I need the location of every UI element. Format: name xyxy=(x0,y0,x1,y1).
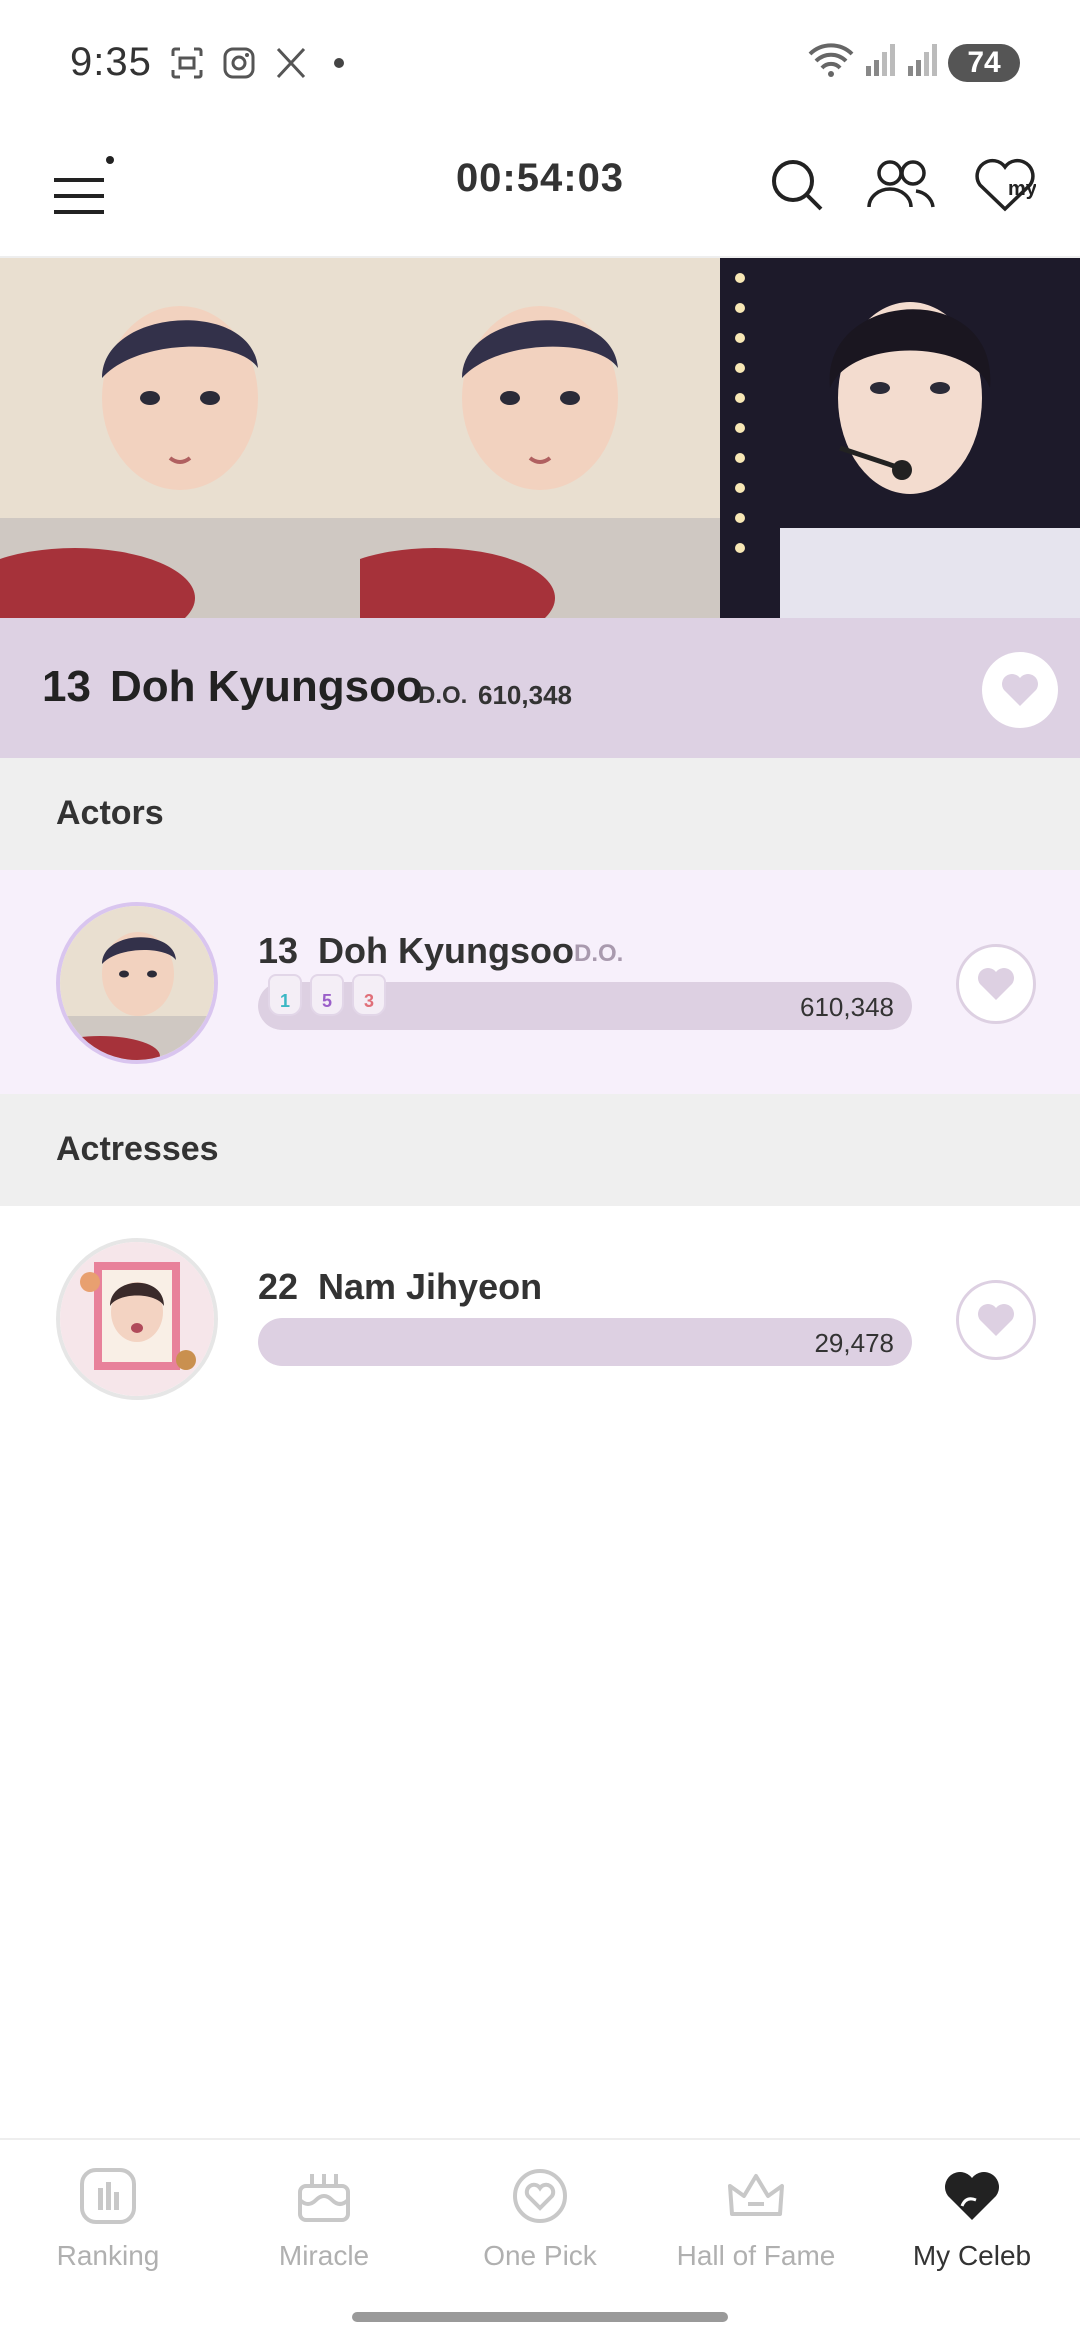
search-icon xyxy=(772,160,823,211)
status-time: 9:35 xyxy=(70,40,152,84)
wifi-icon xyxy=(806,42,856,83)
avatar xyxy=(56,902,218,1064)
signal-icon xyxy=(906,42,940,83)
featured-name: Doh Kyungsoo xyxy=(110,662,423,711)
home-indicator[interactable] xyxy=(352,2312,728,2322)
banner-photo xyxy=(360,258,720,618)
badge: 5 xyxy=(310,974,344,1016)
nav-label: Miracle xyxy=(278,2240,370,2271)
featured-celeb[interactable]: 13 Doh Kyungsoo D.O. 610,348 xyxy=(0,618,1080,758)
bottom-navigation: Ranking Miracle One Pick Hall of Fame My… xyxy=(0,2138,1080,2340)
banner-photo xyxy=(0,258,360,618)
app-bar: 00:54:03 my xyxy=(0,126,1080,258)
featured-votes: 610,348 xyxy=(478,680,572,710)
my-heart-icon xyxy=(940,2164,1004,2228)
nav-label: Hall of Fame xyxy=(676,2240,836,2271)
nav-item-one-pick[interactable]: One Pick xyxy=(432,2164,648,2272)
section-title: Actors xyxy=(56,794,164,832)
people-icon xyxy=(867,160,935,208)
rank-number: 13 xyxy=(258,930,299,971)
section-header-actors: Actors xyxy=(0,758,1080,870)
featured-vote-button[interactable] xyxy=(982,652,1058,728)
nav-item-miracle[interactable]: Miracle xyxy=(216,2164,432,2272)
instagram-icon xyxy=(220,44,258,82)
vote-count: 610,348 xyxy=(800,992,894,1022)
vote-progress-bar: 29,478 xyxy=(258,1318,912,1366)
banner-carousel[interactable] xyxy=(0,258,1080,618)
search-button[interactable] xyxy=(762,150,832,220)
section-title: Actresses xyxy=(56,1130,219,1168)
celeb-group: D.O. xyxy=(574,940,624,967)
nav-label: My Celeb xyxy=(912,2240,1032,2271)
celeb-name: Doh Kyungsoo xyxy=(318,930,574,971)
list-item[interactable]: 22 Nam Jihyeon 29,478 xyxy=(0,1206,1080,1430)
svg-text:my: my xyxy=(1008,178,1036,200)
notification-icons xyxy=(168,44,344,82)
badge: 3 xyxy=(352,974,386,1016)
nav-item-ranking[interactable]: Ranking xyxy=(0,2164,216,2272)
status-bar: 9:35 74 xyxy=(0,0,1080,126)
vote-button[interactable] xyxy=(956,944,1036,1024)
list-item[interactable]: 13 Doh Kyungsoo D.O. 610,348 1 5 3 xyxy=(0,870,1080,1094)
system-indicators: 74 xyxy=(806,42,1020,83)
nav-item-hall-of-fame[interactable]: Hall of Fame xyxy=(648,2164,864,2272)
rank-number: 22 xyxy=(258,1266,299,1307)
nav-item-my-celeb[interactable]: My Celeb xyxy=(864,2164,1080,2272)
vote-count: 29,478 xyxy=(814,1328,894,1358)
signal-icon xyxy=(864,42,898,83)
badge: 1 xyxy=(268,974,302,1016)
celeb-name: Nam Jihyeon xyxy=(318,1266,543,1307)
friends-button[interactable] xyxy=(866,150,936,220)
badge-list: 1 5 3 xyxy=(268,974,386,1016)
nav-label: Ranking xyxy=(56,2240,160,2271)
section-header-actresses: Actresses xyxy=(0,1094,1080,1206)
featured-group: D.O. xyxy=(418,682,468,709)
heart-icon xyxy=(1002,674,1038,706)
heart-icon xyxy=(978,968,1014,1000)
screenshot-icon xyxy=(168,44,206,82)
heart-circle-icon xyxy=(508,2164,572,2228)
x-icon xyxy=(272,44,310,82)
more-notifications-dot xyxy=(334,58,344,68)
nav-label: One Pick xyxy=(483,2240,597,2271)
banner-photo xyxy=(720,258,1080,618)
crown-icon xyxy=(724,2164,788,2228)
ranking-icon xyxy=(76,2164,140,2228)
vote-button[interactable] xyxy=(956,1280,1036,1360)
my-favorites-button[interactable]: my xyxy=(970,150,1040,220)
my-heart-icon: my xyxy=(975,158,1036,212)
heart-icon xyxy=(978,1304,1014,1336)
avatar xyxy=(56,1238,218,1400)
cake-icon xyxy=(292,2164,356,2228)
featured-rank: 13 xyxy=(42,662,91,711)
battery-indicator: 74 xyxy=(948,43,1020,82)
